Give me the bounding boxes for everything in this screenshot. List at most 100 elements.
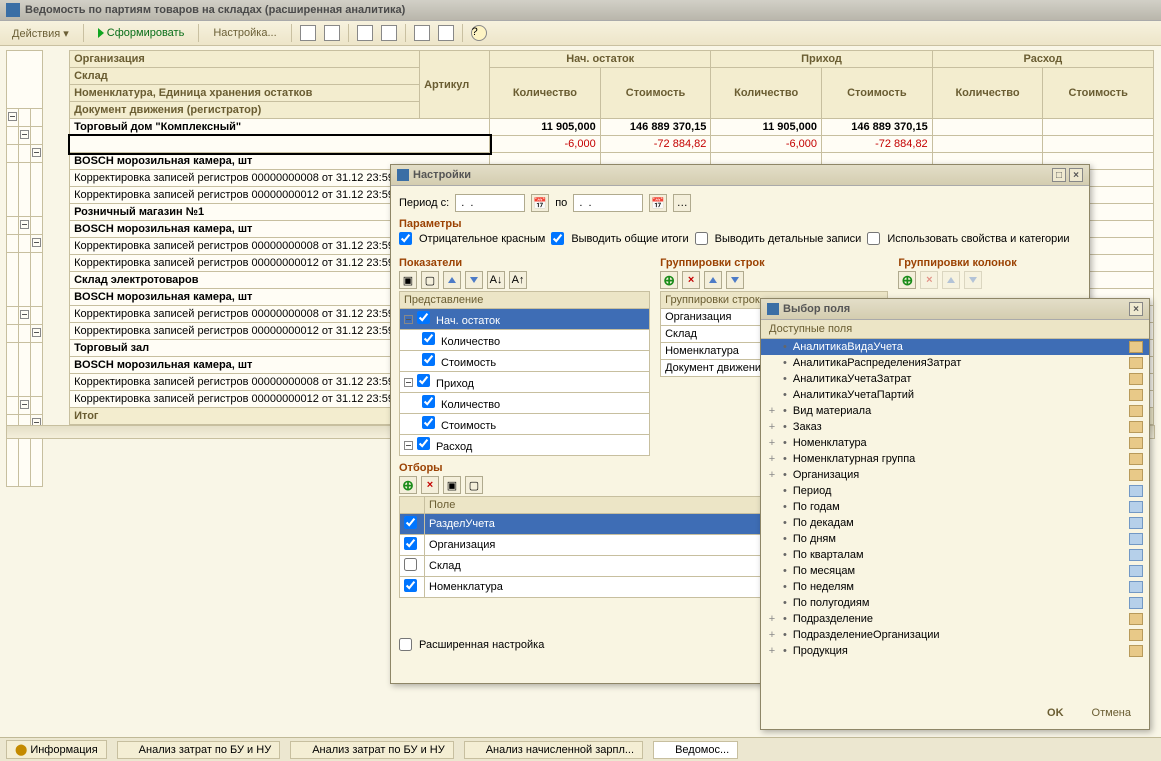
check-all-icon[interactable]: ▣ — [399, 271, 417, 289]
cb-negative-red[interactable]: Отрицательное красным — [399, 232, 545, 245]
dialog-icon — [767, 303, 779, 315]
period-to-input[interactable] — [573, 194, 643, 212]
field-row[interactable]: •АналитикаУчетаЗатрат — [761, 371, 1149, 387]
field-type-icon — [1129, 453, 1143, 465]
del-group-icon[interactable]: × — [682, 271, 700, 289]
indicator-row[interactable]: Нач. остаток — [400, 309, 650, 330]
window-title: Ведомость по партиям товаров на складах … — [25, 4, 405, 16]
field-select-dialog: Выбор поля × Доступные поля •АналитикаВи… — [760, 298, 1150, 730]
add-col-icon[interactable]: ⊕ — [898, 271, 916, 289]
tab-vedomost[interactable]: Ведомос... — [653, 741, 738, 759]
field-row[interactable]: +•ПодразделениеОрганизации — [761, 627, 1149, 643]
field-row[interactable]: •АналитикаВидаУчета — [761, 339, 1149, 355]
field-row[interactable]: +•Организация — [761, 467, 1149, 483]
play-icon — [98, 28, 104, 38]
indicator-row[interactable]: Стоимость — [400, 414, 650, 435]
toolbar-icon-1[interactable] — [300, 25, 316, 41]
cb-props[interactable]: Использовать свойства и категории — [867, 232, 1069, 245]
field-row[interactable]: +•Продукция — [761, 643, 1149, 659]
field-row[interactable]: +•Номенклатурная группа — [761, 451, 1149, 467]
field-row[interactable]: +•Вид материала — [761, 403, 1149, 419]
filter-uncheck-icon[interactable]: ▢ — [465, 476, 483, 494]
window-tabs-bar: ⬤Информация Анализ затрат по БУ и НУ Ана… — [0, 737, 1161, 761]
del-filter-icon[interactable]: × — [421, 476, 439, 494]
close-fields-icon[interactable]: × — [1129, 302, 1143, 316]
grp-up-icon[interactable] — [704, 271, 722, 289]
row-label[interactable]: Торговый дом "Комплексный" — [70, 119, 490, 136]
indicator-row[interactable]: Приход — [400, 372, 650, 393]
header-org: Организация — [70, 51, 420, 68]
tab-info[interactable]: ⬤Информация — [6, 740, 107, 759]
cancel-button[interactable]: Отмена — [1082, 703, 1141, 723]
indicator-row[interactable]: Количество — [400, 393, 650, 414]
field-row[interactable]: •АналитикаРаспределенияЗатрат — [761, 355, 1149, 371]
calendar-from-icon[interactable]: 📅 — [531, 194, 549, 212]
field-type-icon — [1129, 597, 1143, 609]
indicator-row[interactable]: Расход — [400, 435, 650, 456]
tab-salary[interactable]: Анализ начисленной зарпл... — [464, 741, 643, 759]
actions-menu[interactable]: Действия ▾ — [6, 25, 75, 42]
settings-button[interactable]: Настройка... — [207, 25, 282, 41]
help-icon[interactable]: ? — [471, 25, 487, 41]
toolbar-icon-3[interactable] — [357, 25, 373, 41]
field-row[interactable]: •По дням — [761, 531, 1149, 547]
field-type-icon — [1129, 517, 1143, 529]
available-fields-header: Доступные поля — [761, 320, 1149, 339]
period-select-icon[interactable]: … — [673, 194, 691, 212]
fields-list[interactable]: •АналитикаВидаУчета•АналитикаРаспределен… — [761, 339, 1149, 679]
field-row[interactable]: •По декадам — [761, 515, 1149, 531]
form-button[interactable]: Сформировать — [92, 25, 191, 41]
cb-detail[interactable]: Выводить детальные записи — [695, 232, 862, 245]
row-tree-sidebar — [6, 50, 66, 487]
field-row[interactable]: +•Номенклатура — [761, 435, 1149, 451]
period-from-input[interactable] — [455, 194, 525, 212]
indicator-row[interactable]: Количество — [400, 330, 650, 351]
field-row[interactable]: •По кварталам — [761, 547, 1149, 563]
close-icon[interactable]: × — [1069, 168, 1083, 182]
field-row[interactable]: •По месяцам — [761, 563, 1149, 579]
add-group-icon[interactable]: ⊕ — [660, 271, 678, 289]
field-row[interactable]: +•Заказ — [761, 419, 1149, 435]
maximize-icon[interactable]: □ — [1052, 168, 1066, 182]
toolbar-icon-6[interactable] — [438, 25, 454, 41]
field-type-icon — [1129, 421, 1143, 433]
add-filter-icon[interactable]: ⊕ — [399, 476, 417, 494]
field-type-icon — [1129, 357, 1143, 369]
field-row[interactable]: •По неделям — [761, 579, 1149, 595]
field-row[interactable]: •По полугодиям — [761, 595, 1149, 611]
tab-analysis1[interactable]: Анализ затрат по БУ и НУ — [117, 741, 281, 759]
field-type-icon — [1129, 485, 1143, 497]
field-type-icon — [1129, 341, 1143, 353]
field-type-icon — [1129, 389, 1143, 401]
grp-down-icon[interactable] — [726, 271, 744, 289]
collapse-icon[interactable] — [8, 112, 17, 121]
cb-totals[interactable]: Выводить общие итоги — [551, 232, 688, 245]
field-row[interactable]: +•Подразделение — [761, 611, 1149, 627]
field-type-icon — [1129, 373, 1143, 385]
row-label[interactable] — [70, 136, 490, 153]
main-toolbar: Действия ▾ Сформировать Настройка... ? — [0, 21, 1161, 46]
field-type-icon — [1129, 501, 1143, 513]
sort-desc-icon[interactable]: A↑ — [509, 271, 527, 289]
field-type-icon — [1129, 565, 1143, 577]
col-down-icon — [964, 271, 982, 289]
field-row[interactable]: •По годам — [761, 499, 1149, 515]
field-type-icon — [1129, 629, 1143, 641]
toolbar-icon-4[interactable] — [381, 25, 397, 41]
toolbar-icon-2[interactable] — [324, 25, 340, 41]
sort-asc-icon[interactable]: A↓ — [487, 271, 505, 289]
toolbar-icon-5[interactable] — [414, 25, 430, 41]
window-titlebar: Ведомость по партиям товаров на складах … — [0, 0, 1161, 21]
calendar-to-icon[interactable]: 📅 — [649, 194, 667, 212]
filter-check-icon[interactable]: ▣ — [443, 476, 461, 494]
field-row[interactable]: •Период — [761, 483, 1149, 499]
indicator-row[interactable]: Стоимость — [400, 351, 650, 372]
field-row[interactable]: •АналитикаУчетаПартий — [761, 387, 1149, 403]
uncheck-all-icon[interactable]: ▢ — [421, 271, 439, 289]
move-up-icon[interactable] — [443, 271, 461, 289]
ok-button[interactable]: OK — [1037, 703, 1074, 723]
move-down-icon[interactable] — [465, 271, 483, 289]
tab-analysis2[interactable]: Анализ затрат по БУ и НУ — [290, 741, 454, 759]
field-type-icon — [1129, 437, 1143, 449]
fields-title: Выбор поля — [783, 303, 850, 315]
